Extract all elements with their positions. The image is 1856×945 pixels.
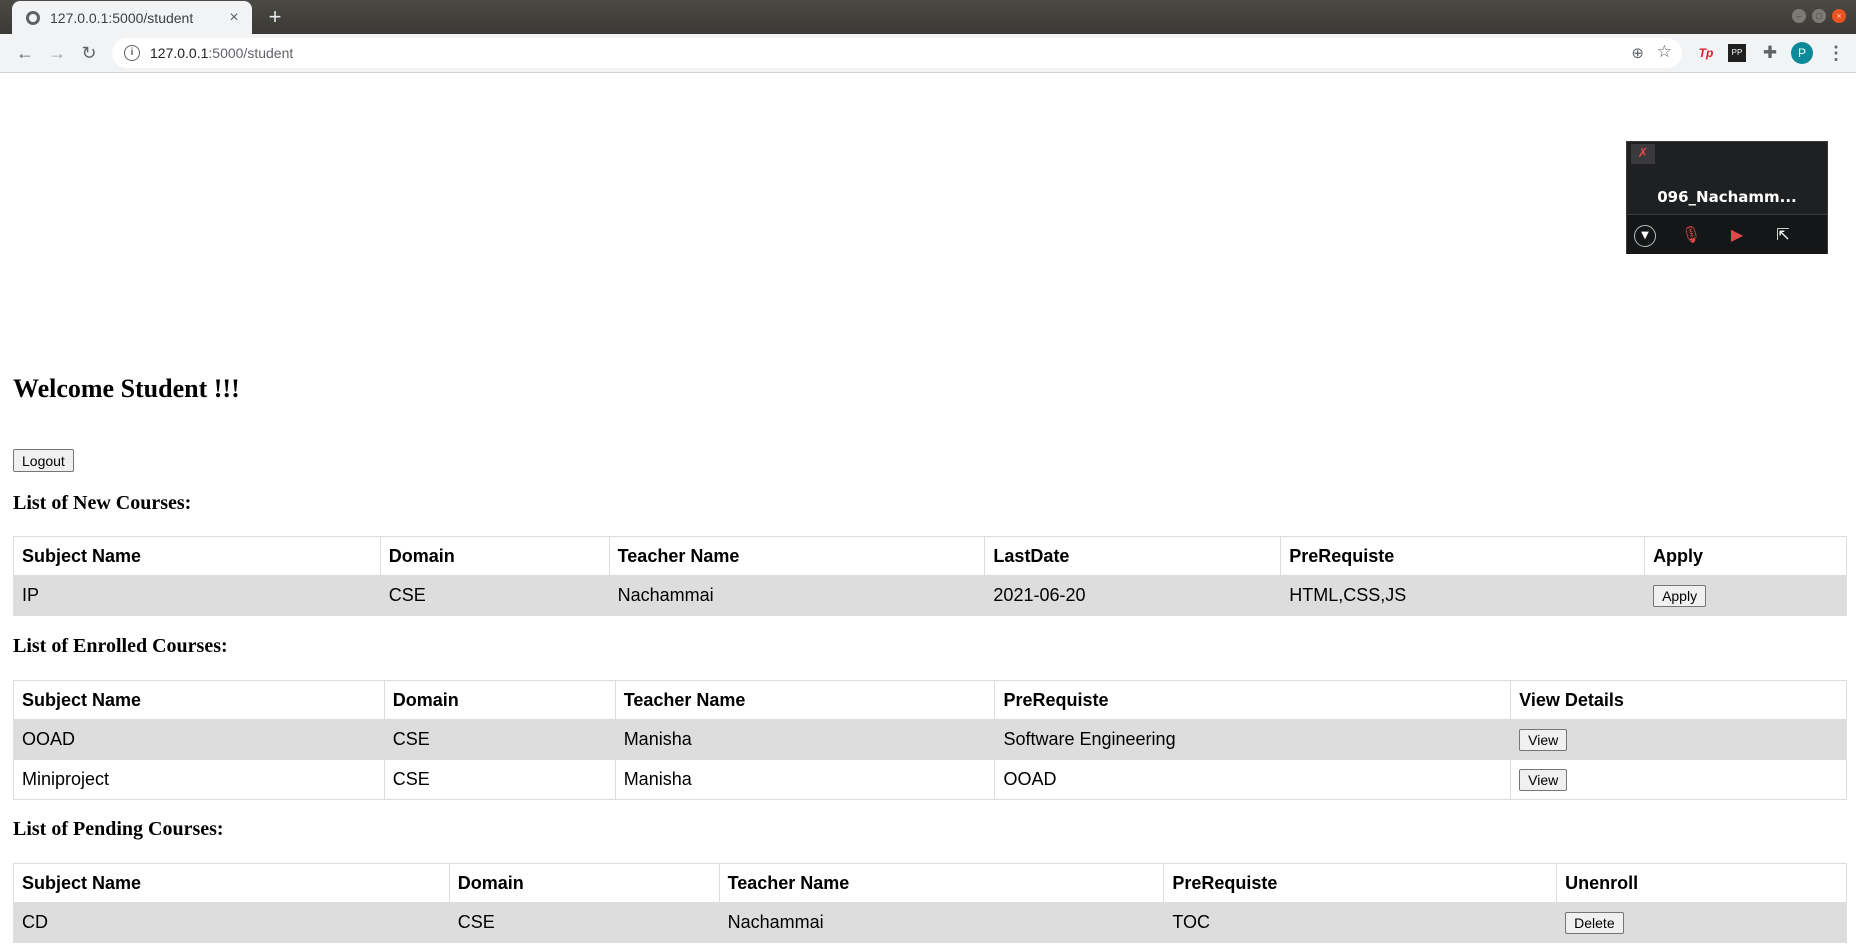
pending-courses-title: List of Pending Courses: [13, 818, 224, 840]
camera-off-icon[interactable]: ▶ [1725, 223, 1749, 247]
kebab-menu-icon[interactable]: ⋮ [1826, 43, 1846, 63]
url-path: :5000/student [208, 45, 294, 61]
tab-close-button[interactable]: × [222, 9, 246, 27]
back-icon[interactable]: ← [12, 40, 38, 66]
reload-icon[interactable]: ↻ [76, 40, 102, 66]
page-title: Welcome Student !!! [13, 374, 240, 403]
popout-icon[interactable]: ⇱ [1771, 223, 1795, 247]
cell-domain: CSE [383, 759, 616, 800]
address-bar[interactable]: i 127.0.0.1:5000/student ⊕ ☆ [112, 38, 1682, 68]
cell-teacher: Nachammai [608, 575, 986, 616]
url-host: 127.0.0.1 [150, 45, 209, 61]
table-header-row: Subject Name Domain Teacher Name PreRequ… [13, 680, 1847, 720]
cell-teacher: Manisha [614, 719, 996, 760]
participant-name: 096_Nachamm... [1657, 188, 1797, 206]
new-courses-title: List of New Courses: [13, 492, 192, 514]
delete-button[interactable]: Delete [1565, 911, 1624, 934]
browser-chrome: 127.0.0.1:5000/student × + – □ × ← → ↻ i… [0, 0, 1856, 73]
muted-mic-icon: ✗ [1631, 144, 1655, 164]
cell-teacher: Manisha [614, 759, 996, 800]
tab-title: 127.0.0.1:5000/student [50, 9, 194, 26]
table-row: CD CSE Nachammai TOC Delete [13, 902, 1847, 943]
col-prerequiste: PreRequiste [1163, 863, 1558, 903]
pending-courses-table: Subject Name Domain Teacher Name PreRequ… [13, 863, 1847, 943]
col-domain: Domain [379, 536, 610, 576]
zoom-icon[interactable]: ⊕ [1631, 44, 1644, 62]
cell-subject: CD [13, 902, 450, 943]
globe-icon [26, 10, 40, 25]
extensions-puzzle-icon[interactable]: ✚ [1760, 43, 1780, 63]
meeting-control-bar: ▼ 🎙 ▶ ⇱ [1627, 214, 1827, 254]
col-teacher-name: Teacher Name [614, 680, 996, 720]
enrolled-courses-title: List of Enrolled Courses: [13, 635, 228, 657]
bookmark-star-icon[interactable]: ☆ [1657, 42, 1672, 62]
cell-domain: CSE [448, 902, 720, 943]
col-apply: Apply [1644, 536, 1847, 576]
close-window-button[interactable]: × [1832, 9, 1846, 23]
cell-action: Apply [1644, 575, 1847, 616]
cell-teacher: Nachammai [718, 902, 1165, 943]
col-teacher-name: Teacher Name [608, 536, 986, 576]
profile-avatar[interactable]: P [1791, 42, 1813, 64]
cell-domain: CSE [383, 719, 616, 760]
cell-subject: OOAD [13, 719, 385, 760]
col-prerequiste: PreRequiste [994, 680, 1512, 720]
col-subject-name: Subject Name [13, 863, 450, 903]
cell-prereq: OOAD [994, 759, 1512, 800]
col-teacher-name: Teacher Name [718, 863, 1165, 903]
logout-button[interactable]: Logout [13, 449, 74, 472]
col-domain: Domain [448, 863, 720, 903]
extension-pp-icon[interactable]: PP [1728, 44, 1746, 62]
cell-domain: CSE [379, 575, 610, 616]
meeting-mini-window[interactable]: ✗ 096_Nachamm... ▼ 🎙 ▶ ⇱ [1626, 141, 1828, 254]
browser-tab[interactable]: 127.0.0.1:5000/student × [12, 1, 252, 34]
apply-button[interactable]: Apply [1653, 584, 1707, 607]
cell-action: View [1510, 759, 1847, 800]
cell-prereq: HTML,CSS,JS [1280, 575, 1646, 616]
col-lastdate: LastDate [984, 536, 1282, 576]
col-unenroll: Unenroll [1556, 863, 1847, 903]
maximize-button[interactable]: □ [1812, 9, 1826, 23]
view-button[interactable]: View [1519, 768, 1568, 791]
extension-tp-icon[interactable]: Tp [1696, 43, 1716, 63]
site-info-icon[interactable]: i [124, 45, 140, 61]
col-prerequiste: PreRequiste [1280, 536, 1646, 576]
cell-action: Delete [1556, 902, 1847, 943]
cell-action: View [1510, 719, 1847, 760]
enrolled-courses-table: Subject Name Domain Teacher Name PreRequ… [13, 680, 1847, 800]
table-row: OOAD CSE Manisha Software Engineering Vi… [13, 719, 1847, 760]
view-button[interactable]: View [1519, 728, 1568, 751]
cell-prereq: Software Engineering [994, 719, 1512, 760]
tab-strip: 127.0.0.1:5000/student × + – □ × [0, 0, 1856, 34]
new-tab-button[interactable]: + [262, 4, 288, 30]
table-row: IP CSE Nachammai 2021-06-20 HTML,CSS,JS … [13, 575, 1847, 616]
col-subject-name: Subject Name [13, 536, 381, 576]
browser-toolbar: ← → ↻ i 127.0.0.1:5000/student ⊕ ☆ Tp PP… [0, 34, 1856, 73]
table-row: Miniproject CSE Manisha OOAD View [13, 759, 1847, 800]
new-courses-table: Subject Name Domain Teacher Name LastDat… [13, 536, 1847, 616]
minimize-button[interactable]: – [1792, 9, 1806, 23]
chevron-down-icon[interactable]: ▼ [1634, 225, 1656, 247]
cell-prereq: TOC [1163, 902, 1558, 943]
window-controls: – □ × [1792, 9, 1846, 23]
forward-icon[interactable]: → [44, 40, 70, 66]
cell-lastdate: 2021-06-20 [984, 575, 1282, 616]
mic-off-icon[interactable]: 🎙 [1679, 223, 1703, 247]
col-view-details: View Details [1510, 680, 1847, 720]
table-header-row: Subject Name Domain Teacher Name PreRequ… [13, 863, 1847, 903]
cell-subject: IP [13, 575, 381, 616]
table-header-row: Subject Name Domain Teacher Name LastDat… [13, 536, 1847, 576]
col-domain: Domain [383, 680, 616, 720]
col-subject-name: Subject Name [13, 680, 385, 720]
cell-subject: Miniproject [13, 759, 385, 800]
